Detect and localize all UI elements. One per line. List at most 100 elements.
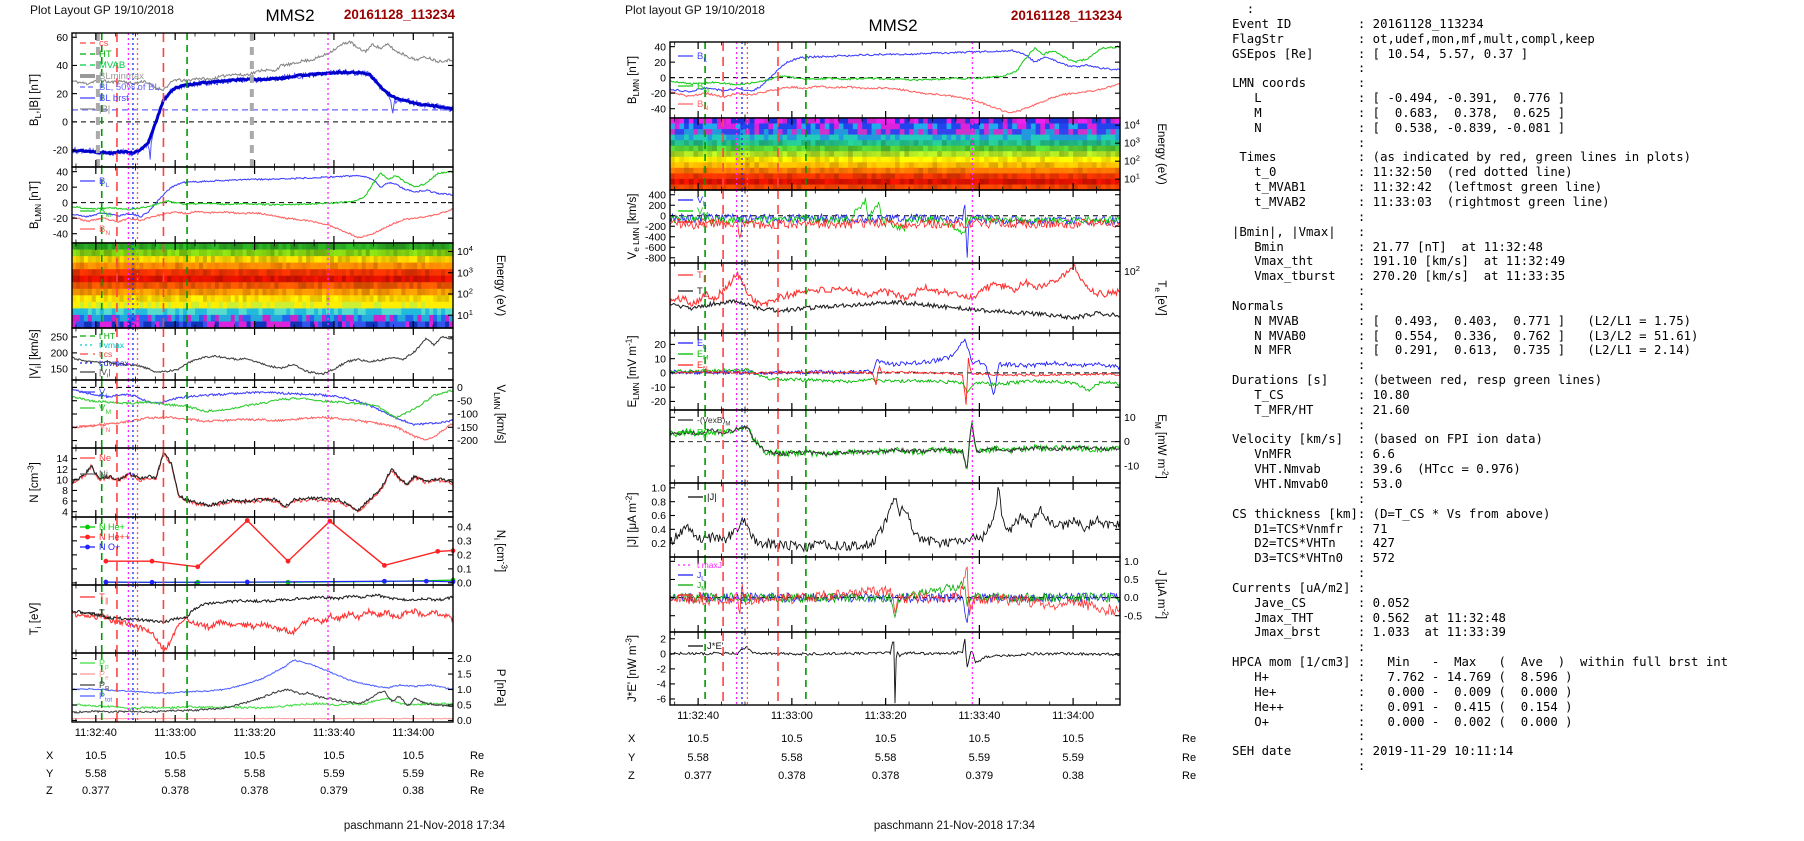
y-tick-label: 1.0 bbox=[1124, 556, 1139, 568]
y-tick-label: 0.5 bbox=[457, 700, 472, 712]
y-tick-label: -20 bbox=[651, 396, 666, 408]
axis-label-right: J [μA m-2] bbox=[1155, 570, 1169, 619]
y-tick-label: -200 bbox=[457, 435, 478, 447]
pos-value: 5.58 bbox=[687, 752, 709, 764]
axis-label-right: VLMN [km/s] bbox=[492, 385, 506, 444]
pos-value: 0.379 bbox=[965, 770, 994, 782]
pos-unit: Re bbox=[1182, 770, 1197, 782]
y-tick-label: -150 bbox=[457, 422, 478, 434]
pos-value: 5.58 bbox=[874, 752, 897, 764]
y-tick-label: -10 bbox=[651, 382, 666, 394]
panel-j-mag: 1.0 0.8 0.6 0.4 0.2 |J| [μA m-2] |J| bbox=[625, 482, 1121, 558]
pos-value: 5.59 bbox=[402, 768, 425, 780]
y-tick-label: 0 bbox=[62, 116, 68, 128]
y-tick-label: -20 bbox=[53, 145, 68, 157]
pos-value: 0.377 bbox=[684, 770, 712, 782]
legend-label: T∥ bbox=[99, 592, 108, 605]
panel-n-density: 141210864N [cm-3] NeNi bbox=[27, 447, 454, 518]
left-layout-label: Plot Layout GP 19/10/2018 bbox=[30, 3, 174, 17]
y-tick-label: 60 bbox=[56, 32, 68, 44]
left-event-id: 20161128_113234 bbox=[343, 7, 455, 22]
pos-row-label: X bbox=[46, 750, 54, 762]
axis-label-right: Energy (eV) bbox=[1155, 123, 1167, 185]
pos-value: 10.5 bbox=[402, 750, 425, 762]
panel-e-spectrogram: 104 103 102 101 Energy (eV) bbox=[669, 117, 1167, 191]
y-tick-label: 20 bbox=[654, 57, 666, 69]
pos-row-label: X bbox=[628, 733, 636, 745]
pos-value: 10.5 bbox=[323, 750, 345, 762]
y-tick-label: 0 bbox=[660, 72, 666, 84]
pos-value: 5.58 bbox=[85, 768, 107, 780]
legend-label: VM bbox=[99, 403, 111, 416]
panel-v-lmn: 0-50-100-150-200VLMN [km/s]VLVMVN bbox=[71, 379, 506, 449]
y-tick-label: 0.4 bbox=[651, 524, 666, 536]
pos-value: 0.38 bbox=[1062, 770, 1084, 782]
panel-t-ion: Ti [eV] T∥ T⊥ bbox=[29, 584, 454, 654]
y-tick-label: 4 bbox=[62, 506, 68, 518]
y-tick-label: -20 bbox=[53, 213, 68, 225]
axis-label-left: ELMN [mV m-1] bbox=[625, 335, 642, 407]
axis-label-left: BLMN [nT] bbox=[627, 56, 641, 104]
middle-footer: paschmann 21-Nov-2018 17:34 bbox=[873, 820, 1035, 832]
y-tick-label: 0 bbox=[1124, 436, 1130, 448]
panel-n-minor: 0.4 0.3 0.2 0.1 0.0 Ni [cm-3] N He+N He++N O+ bbox=[71, 516, 508, 589]
y-tick-label: 0 bbox=[660, 648, 666, 660]
y-tick-label: 0.1 bbox=[457, 563, 472, 575]
y-tick-label: -0.5 bbox=[1124, 610, 1142, 622]
y-tick-label: 0 bbox=[660, 368, 666, 380]
panel-ion-spectrogram: 104 103 102 101 Energy (eV) bbox=[71, 242, 506, 329]
y-tick-label: 40 bbox=[654, 41, 666, 53]
pos-value: 10.5 bbox=[1062, 733, 1084, 745]
pos-row-label: Z bbox=[628, 770, 635, 782]
y-tick-label: 0.6 bbox=[651, 510, 666, 522]
y-tick-label: 200 bbox=[50, 347, 68, 359]
pos-value: 10.5 bbox=[85, 750, 107, 762]
legend-label: t maxJ bbox=[697, 560, 722, 570]
pos-value: 5.58 bbox=[243, 768, 266, 780]
time-tick-label: 11:32:40 bbox=[74, 727, 117, 739]
pos-value: 10.5 bbox=[968, 733, 991, 745]
time-tick-label: 11:34:00 bbox=[392, 727, 435, 739]
legend-label: HT bbox=[99, 49, 112, 60]
y-tick-label: 102 bbox=[457, 287, 473, 301]
panel-vi-mag: 250200150|Vi| [km/s] t HTt vmaxt cst dvma… bbox=[29, 327, 454, 381]
legend-label: BN bbox=[697, 99, 708, 112]
pos-value: 10.5 bbox=[164, 750, 186, 762]
legend-label: BN bbox=[99, 224, 110, 237]
y-tick-label: 150 bbox=[50, 363, 68, 375]
y-tick-label: 2 bbox=[660, 633, 666, 645]
pos-value: 10.5 bbox=[687, 733, 709, 745]
y-tick-label: 0 bbox=[62, 197, 68, 209]
time-tick-label: 11:33:40 bbox=[312, 727, 355, 739]
y-tick-label: 101 bbox=[1124, 172, 1140, 186]
legend-label: T⊥ bbox=[697, 286, 709, 299]
y-tick-label: -800 bbox=[645, 252, 666, 264]
pos-row-label: Y bbox=[628, 752, 636, 764]
time-tick-label: 11:33:20 bbox=[233, 727, 276, 739]
y-tick-label: 10 bbox=[1124, 412, 1136, 424]
panel-e-lmn: 20100-10-20ELMN [mV m-1]ELEMEN bbox=[625, 332, 1121, 411]
y-tick-label: 0.4 bbox=[457, 521, 472, 533]
legend-label: VL bbox=[99, 387, 109, 400]
panel-pressure: 2.01.51.00.50.0P [nPa]PpPePBPtot bbox=[71, 652, 506, 727]
pos-value: 0.38 bbox=[402, 785, 425, 797]
pos-unit: Re bbox=[1182, 733, 1197, 745]
y-tick-label: 103 bbox=[457, 265, 473, 279]
y-tick-label: 0.3 bbox=[457, 535, 472, 547]
time-tick-label: 11:33:00 bbox=[154, 727, 197, 739]
pos-unit: Re bbox=[470, 750, 485, 762]
legend-label: N He+ bbox=[99, 522, 125, 532]
axis-label-right: Te [eV] bbox=[1153, 280, 1167, 315]
y-tick-label: 20 bbox=[56, 182, 68, 194]
y-tick-label: -10 bbox=[1124, 461, 1139, 473]
legend-label: |J| bbox=[707, 492, 717, 503]
legend-label: -(VexB)M bbox=[697, 415, 730, 427]
y-tick-label: 40 bbox=[56, 60, 68, 72]
pos-value: 0.378 bbox=[240, 785, 269, 797]
axis-label-left: J*E' [nW m-3] bbox=[625, 635, 639, 702]
y-tick-label: 0.0 bbox=[457, 577, 472, 589]
legend-label: Ne bbox=[99, 453, 111, 464]
y-tick-label: 20 bbox=[654, 339, 666, 351]
y-tick-label: -6 bbox=[657, 694, 666, 706]
pos-value: 0.379 bbox=[320, 785, 348, 797]
